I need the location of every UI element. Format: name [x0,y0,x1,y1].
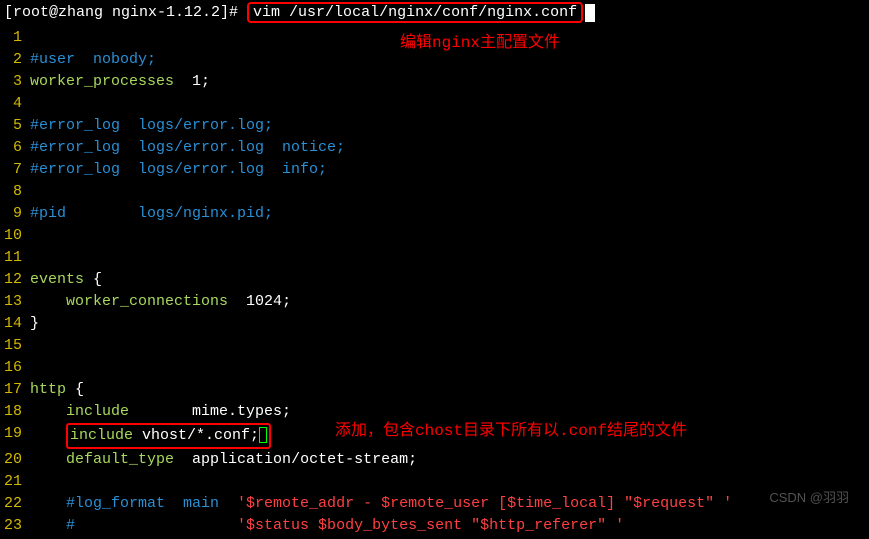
line-content: worker_processes 1; [30,71,869,93]
code-line: 16 [0,357,869,379]
code-line: 12events { [0,269,869,291]
code-line: 10 [0,225,869,247]
code-line: 17http { [0,379,869,401]
code-line: 4 [0,93,869,115]
line-content [30,225,869,247]
line-content [30,247,869,269]
line-content: events { [30,269,869,291]
line-number: 3 [0,71,30,93]
code-line: 11 [0,247,869,269]
code-line: 20 default_type application/octet-stream… [0,449,869,471]
line-content: # '$status $body_bytes_sent "$http_refer… [30,515,869,537]
line-number: 4 [0,93,30,115]
code-line: 7#error_log logs/error.log info; [0,159,869,181]
line-content [30,357,869,379]
line-content: http { [30,379,869,401]
code-line: 15 [0,335,869,357]
line-number: 15 [0,335,30,357]
vim-cursor [259,427,267,443]
line-content: #error_log logs/error.log notice; [30,137,869,159]
code-line: 2#user nobody; [0,49,869,71]
line-number: 2 [0,49,30,71]
line-content [30,471,869,493]
code-line: 3worker_processes 1; [0,71,869,93]
line-number: 11 [0,247,30,269]
terminal-window[interactable]: [root@zhang nginx-1.12.2]# vim /usr/loca… [0,0,869,539]
line-number: 20 [0,449,30,471]
line-number: 21 [0,471,30,493]
line-number: 1 [0,27,30,49]
code-line: 23 # '$status $body_bytes_sent "$http_re… [0,515,869,537]
code-line: 21 [0,471,869,493]
line-number: 13 [0,291,30,313]
line-number: 16 [0,357,30,379]
line-number: 17 [0,379,30,401]
line-content: #user nobody; [30,49,869,71]
line-number: 14 [0,313,30,335]
code-line: 5#error_log logs/error.log; [0,115,869,137]
line-content [30,335,869,357]
line-number: 10 [0,225,30,247]
code-line: 8 [0,181,869,203]
code-line: 22 #log_format main '$remote_addr - $rem… [0,493,869,515]
line-number: 12 [0,269,30,291]
line-number: 6 [0,137,30,159]
line-number: 23 [0,515,30,537]
shell-prompt-line: [root@zhang nginx-1.12.2]# vim /usr/loca… [0,2,869,23]
line-content: #pid logs/nginx.pid; [30,203,869,225]
line-number: 8 [0,181,30,203]
annotation-add-include: 添加，包含chost目录下所有以.conf结尾的文件 [335,416,687,440]
code-line: 6#error_log logs/error.log notice; [0,137,869,159]
highlighted-include-line: include vhost/*.conf; [66,423,271,449]
command-text-highlighted: vim /usr/local/nginx/conf/nginx.conf [247,2,583,23]
line-content: default_type application/octet-stream; [30,449,869,471]
code-line: 13 worker_connections 1024; [0,291,869,313]
line-content: #error_log logs/error.log info; [30,159,869,181]
code-line: 9#pid logs/nginx.pid; [0,203,869,225]
line-number: 19 [0,423,30,449]
line-content: #log_format main '$remote_addr - $remote… [30,493,869,515]
line-number: 22 [0,493,30,515]
line-content: worker_connections 1024; [30,291,869,313]
vim-editor-content[interactable]: 12#user nobody;3worker_processes 1;45#er… [0,27,869,537]
shell-prompt: [root@zhang nginx-1.12.2]# [4,4,247,21]
annotation-edit-config: 编辑nginx主配置文件 [400,28,560,52]
code-line: 14} [0,313,869,335]
watermark-text: CSDN @羽羽 [769,487,849,506]
line-content [30,181,869,203]
line-content: } [30,313,869,335]
line-number: 18 [0,401,30,423]
line-number: 7 [0,159,30,181]
shell-cursor [585,4,595,22]
line-content: #error_log logs/error.log; [30,115,869,137]
line-number: 5 [0,115,30,137]
line-content [30,93,869,115]
line-number: 9 [0,203,30,225]
